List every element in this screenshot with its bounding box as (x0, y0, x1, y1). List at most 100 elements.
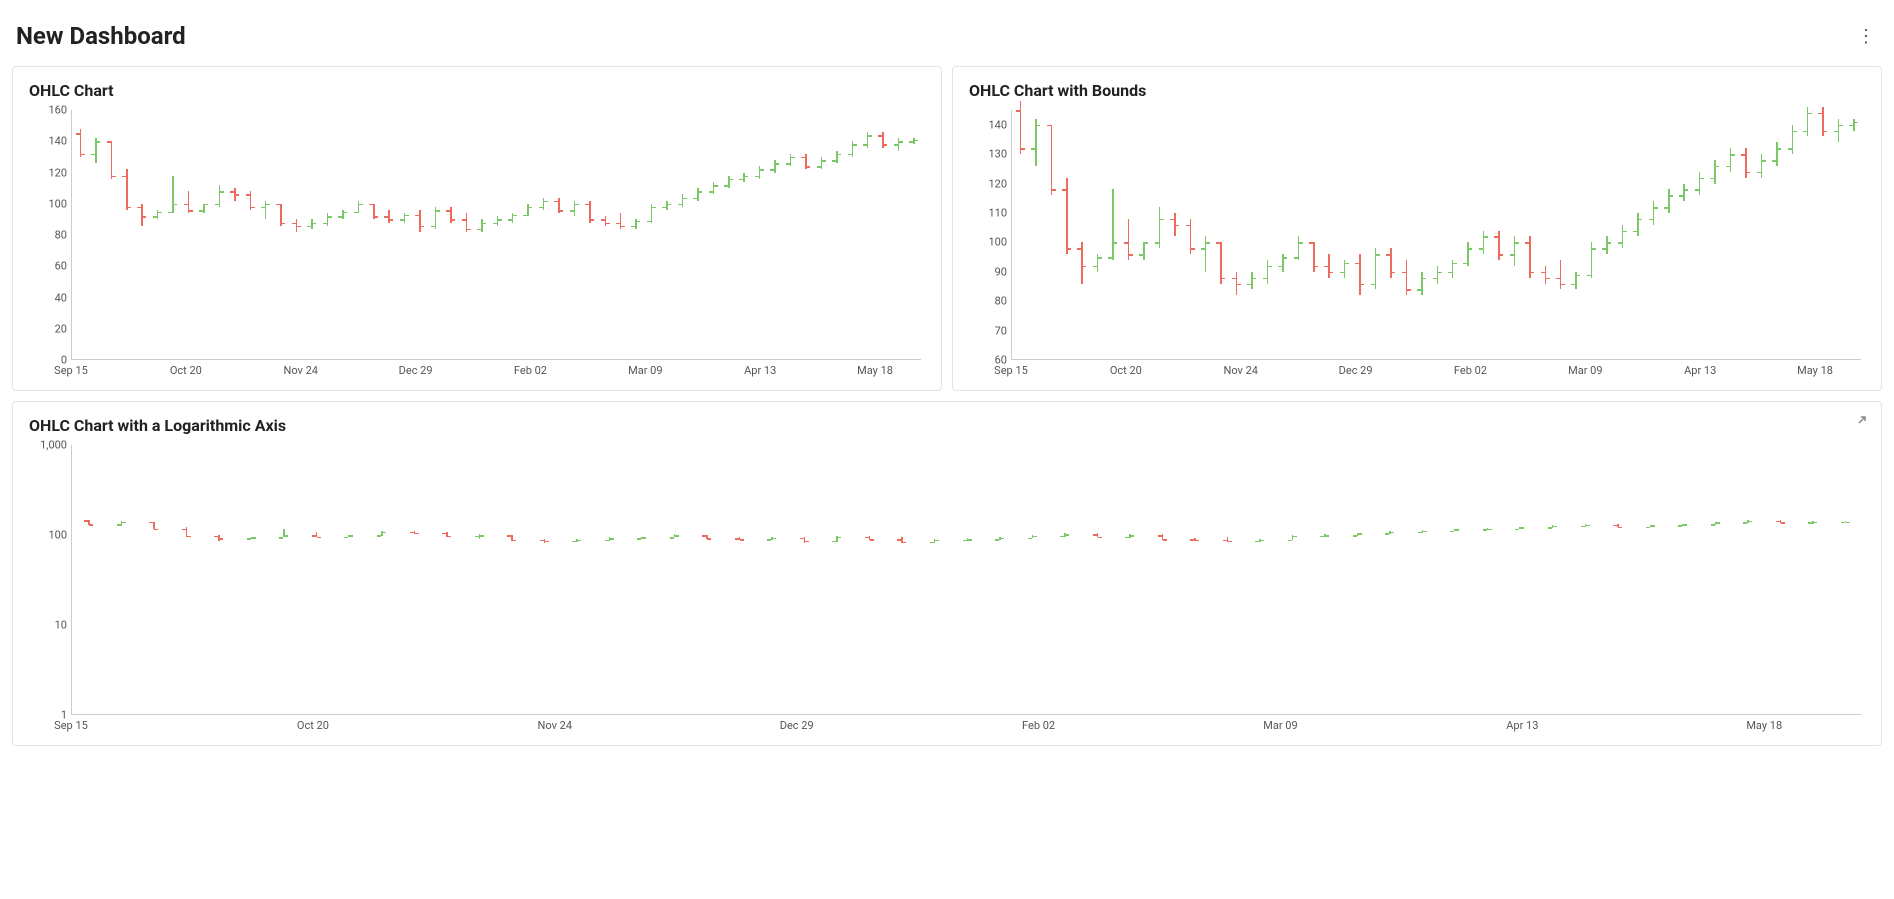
bottom-row: OHLC Chart with a Logarithmic Axis 11010… (12, 401, 1882, 746)
ohlc-bar (1838, 119, 1840, 143)
y-tick-label: 120 (48, 166, 67, 179)
y-tick-label: 100 (988, 236, 1007, 249)
ohlc-bar (527, 204, 529, 217)
ohlc-bar (898, 138, 900, 151)
ohlc-bar (1267, 260, 1269, 284)
ohlc-bar (1159, 207, 1161, 248)
ohlc-bar (790, 154, 792, 167)
ohlc-bar (419, 210, 421, 232)
ohlc-bar (1437, 266, 1439, 284)
page-title: New Dashboard (16, 22, 186, 50)
y-tick-label: 70 (995, 324, 1007, 337)
x-tick-label: May 18 (1746, 719, 1782, 732)
ohlc-bar (682, 194, 684, 207)
expand-icon[interactable] (1855, 412, 1869, 431)
ohlc-bar (1467, 242, 1469, 266)
x-tick-label: Dec 29 (780, 719, 814, 732)
ohlc-bar (481, 219, 483, 232)
ohlc-bar (1807, 107, 1809, 136)
chart-ohlc-log[interactable]: 1101001,000Sep 15Oct 20Nov 24Dec 29Feb 0… (29, 445, 1865, 735)
y-tick-label: 110 (988, 206, 1007, 219)
ohlc-bar (219, 185, 221, 207)
y-tick-label: 120 (988, 177, 1007, 190)
y-tick-label: 140 (988, 118, 1007, 131)
y-tick-label: 90 (995, 265, 1007, 278)
x-tick-label: Apr 13 (1506, 719, 1538, 732)
ohlc-bar (1637, 213, 1639, 237)
ohlc-bar (497, 216, 499, 225)
x-tick-label: May 18 (857, 364, 893, 377)
ohlc-bar (1668, 189, 1670, 213)
panel-ohlc-bounds: OHLC Chart with Bounds 60708090100110120… (952, 66, 1882, 391)
dashboard: New Dashboard ⋮ OHLC Chart 0204060801001… (0, 0, 1894, 766)
ohlc-bar (543, 198, 545, 211)
ohlc-bar (1483, 231, 1485, 255)
ohlc-bar (1792, 125, 1794, 154)
panel-title: OHLC Chart with Bounds (969, 81, 1865, 100)
ohlc-bar (1730, 148, 1732, 172)
ohlc-bar (80, 129, 82, 157)
panel-ohlc: OHLC Chart 020406080100120140160Sep 15Oc… (12, 66, 942, 391)
ohlc-bar (821, 157, 823, 170)
ohlc-bar (1020, 101, 1022, 154)
ohlc-bar (1298, 236, 1300, 260)
ohlc-bar (111, 141, 113, 179)
x-tick-label: Mar 09 (1263, 719, 1297, 732)
x-tick-label: Sep 15 (994, 364, 1028, 377)
ohlc-bar (1066, 178, 1068, 254)
chart-ohlc-bounds[interactable]: 60708090100110120130140Sep 15Oct 20Nov 2… (969, 110, 1865, 380)
y-tick-label: 80 (55, 229, 67, 242)
chart-ohlc[interactable]: 020406080100120140160Sep 15Oct 20Nov 24D… (29, 110, 925, 380)
x-tick-label: Feb 02 (514, 364, 547, 377)
x-tick-label: May 18 (1797, 364, 1833, 377)
x-tick-label: Apr 13 (1684, 364, 1716, 377)
x-tick-label: Dec 29 (1339, 364, 1373, 377)
x-tick-label: Oct 20 (170, 364, 202, 377)
y-tick-label: 100 (48, 529, 67, 542)
x-tick-label: Mar 09 (628, 364, 662, 377)
ohlc-bar (697, 188, 699, 201)
ohlc-bar (836, 151, 838, 164)
panel-ohlc-log: OHLC Chart with a Logarithmic Axis 11010… (12, 401, 1882, 746)
y-tick-label: 100 (48, 197, 67, 210)
x-tick-label: Dec 29 (399, 364, 433, 377)
x-tick-label: Sep 15 (54, 719, 88, 732)
ohlc-bar (141, 204, 143, 226)
x-tick-label: Oct 20 (1110, 364, 1142, 377)
ohlc-bar (759, 166, 761, 179)
x-tick-label: Nov 24 (1223, 364, 1257, 377)
ohlc-bar (1776, 142, 1778, 166)
ohlc-bar (311, 219, 313, 228)
panel-title: OHLC Chart (29, 81, 925, 100)
ohlc-bar (1622, 225, 1624, 249)
ohlc-bar (358, 201, 360, 214)
panel-title: OHLC Chart with a Logarithmic Axis (29, 416, 1865, 435)
ohlc-bar (1699, 172, 1701, 196)
top-row: OHLC Chart 020406080100120140160Sep 15Oc… (12, 66, 1882, 391)
ohlc-bar (1545, 266, 1547, 284)
ohlc-bar (1714, 160, 1716, 184)
ohlc-bar (1328, 254, 1330, 278)
ohlc-bar (1359, 254, 1361, 295)
ohlc-bar (327, 213, 329, 226)
y-tick-label: 160 (48, 104, 67, 117)
ohlc-bar (1051, 125, 1053, 196)
ohlc-bar (1421, 272, 1423, 296)
y-tick-label: 60 (55, 260, 67, 273)
ohlc-bar (1853, 119, 1855, 131)
x-tick-label: Feb 02 (1022, 719, 1055, 732)
ohlc-bar (713, 182, 715, 195)
y-tick-label: 140 (48, 135, 67, 148)
y-tick-label: 1,000 (40, 439, 67, 452)
more-menu-icon[interactable]: ⋮ (1854, 24, 1878, 48)
ohlc-bar (743, 173, 745, 182)
x-tick-label: Mar 09 (1568, 364, 1602, 377)
ohlc-bar (605, 216, 607, 225)
y-tick-label: 130 (988, 148, 1007, 161)
ohlc-bar (1653, 201, 1655, 225)
x-tick-label: Nov 24 (538, 719, 572, 732)
x-tick-label: Oct 20 (297, 719, 329, 732)
ohlc-bar (774, 160, 776, 173)
y-tick-label: 40 (55, 291, 67, 304)
ohlc-bar (172, 176, 174, 214)
